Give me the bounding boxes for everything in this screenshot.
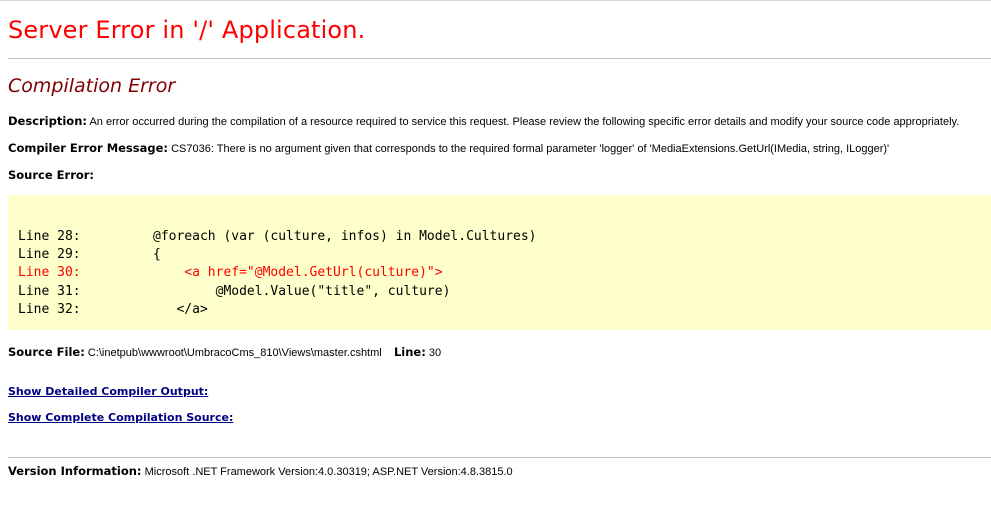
- compiler-error-row: Compiler Error Message: CS7036: There is…: [8, 141, 889, 155]
- line-code: </a>: [153, 302, 208, 317]
- code-line: Line 28: @foreach (var (culture, infos) i…: [18, 229, 537, 244]
- show-complete-compilation-source-link[interactable]: Show Complete Compilation Source:: [8, 411, 233, 424]
- version-divider: [8, 457, 991, 458]
- source-error-row: Source Error:: [8, 168, 94, 182]
- version-text: Microsoft .NET Framework Version:4.0.303…: [144, 466, 513, 478]
- source-code-box: Line 28: @foreach (var (culture, infos) i…: [8, 195, 991, 330]
- description-label: Description:: [8, 114, 87, 128]
- source-file-row: Source File: C:\inetpub\wwwroot\UmbracoC…: [8, 345, 441, 359]
- title-divider: [8, 58, 991, 59]
- source-error-label: Source Error:: [8, 168, 95, 182]
- line-code: {: [153, 247, 161, 262]
- line-value: 30: [428, 347, 442, 359]
- source-file-label: Source File:: [8, 345, 85, 359]
- line-number: Line 30:: [18, 265, 81, 280]
- top-edge-line: [0, 0, 991, 1]
- show-detailed-compiler-output-link[interactable]: Show Detailed Compiler Output:: [8, 385, 208, 398]
- line-number: Line 31:: [18, 284, 81, 299]
- compiler-error-text: CS7036: There is no argument given that …: [171, 143, 890, 155]
- source-file-path: C:\inetpub\wwwroot\UmbracoCms_810\Views\…: [87, 347, 382, 359]
- line-code: @foreach (var (culture, infos) in Model.…: [153, 229, 537, 244]
- code-line: Line 29: {: [18, 247, 161, 262]
- version-label: Version Information:: [8, 464, 142, 478]
- code-line: Line 32: </a>: [18, 302, 208, 317]
- page-title: Server Error in '/' Application.: [8, 16, 366, 44]
- line-number: Line 32:: [18, 302, 81, 317]
- line-code: <a href="@Model.GetUrl(culture)">: [153, 265, 443, 280]
- code-line: Line 31: @Model.Value("title", culture): [18, 284, 450, 299]
- description-row: Description: An error occurred during th…: [8, 114, 959, 128]
- compiler-error-label: Compiler Error Message:: [8, 141, 169, 155]
- line-number: Line 28:: [18, 229, 81, 244]
- description-text: An error occurred during the compilation…: [89, 116, 960, 128]
- line-code: @Model.Value("title", culture): [153, 284, 451, 299]
- line-label: Line:: [393, 345, 426, 359]
- code-line-error: Line 30: <a href="@Model.GetUrl(culture)…: [18, 265, 443, 280]
- error-type-heading: Compilation Error: [8, 75, 176, 97]
- version-info-row: Version Information: Microsoft .NET Fram…: [8, 464, 513, 478]
- line-number: Line 29:: [18, 247, 81, 262]
